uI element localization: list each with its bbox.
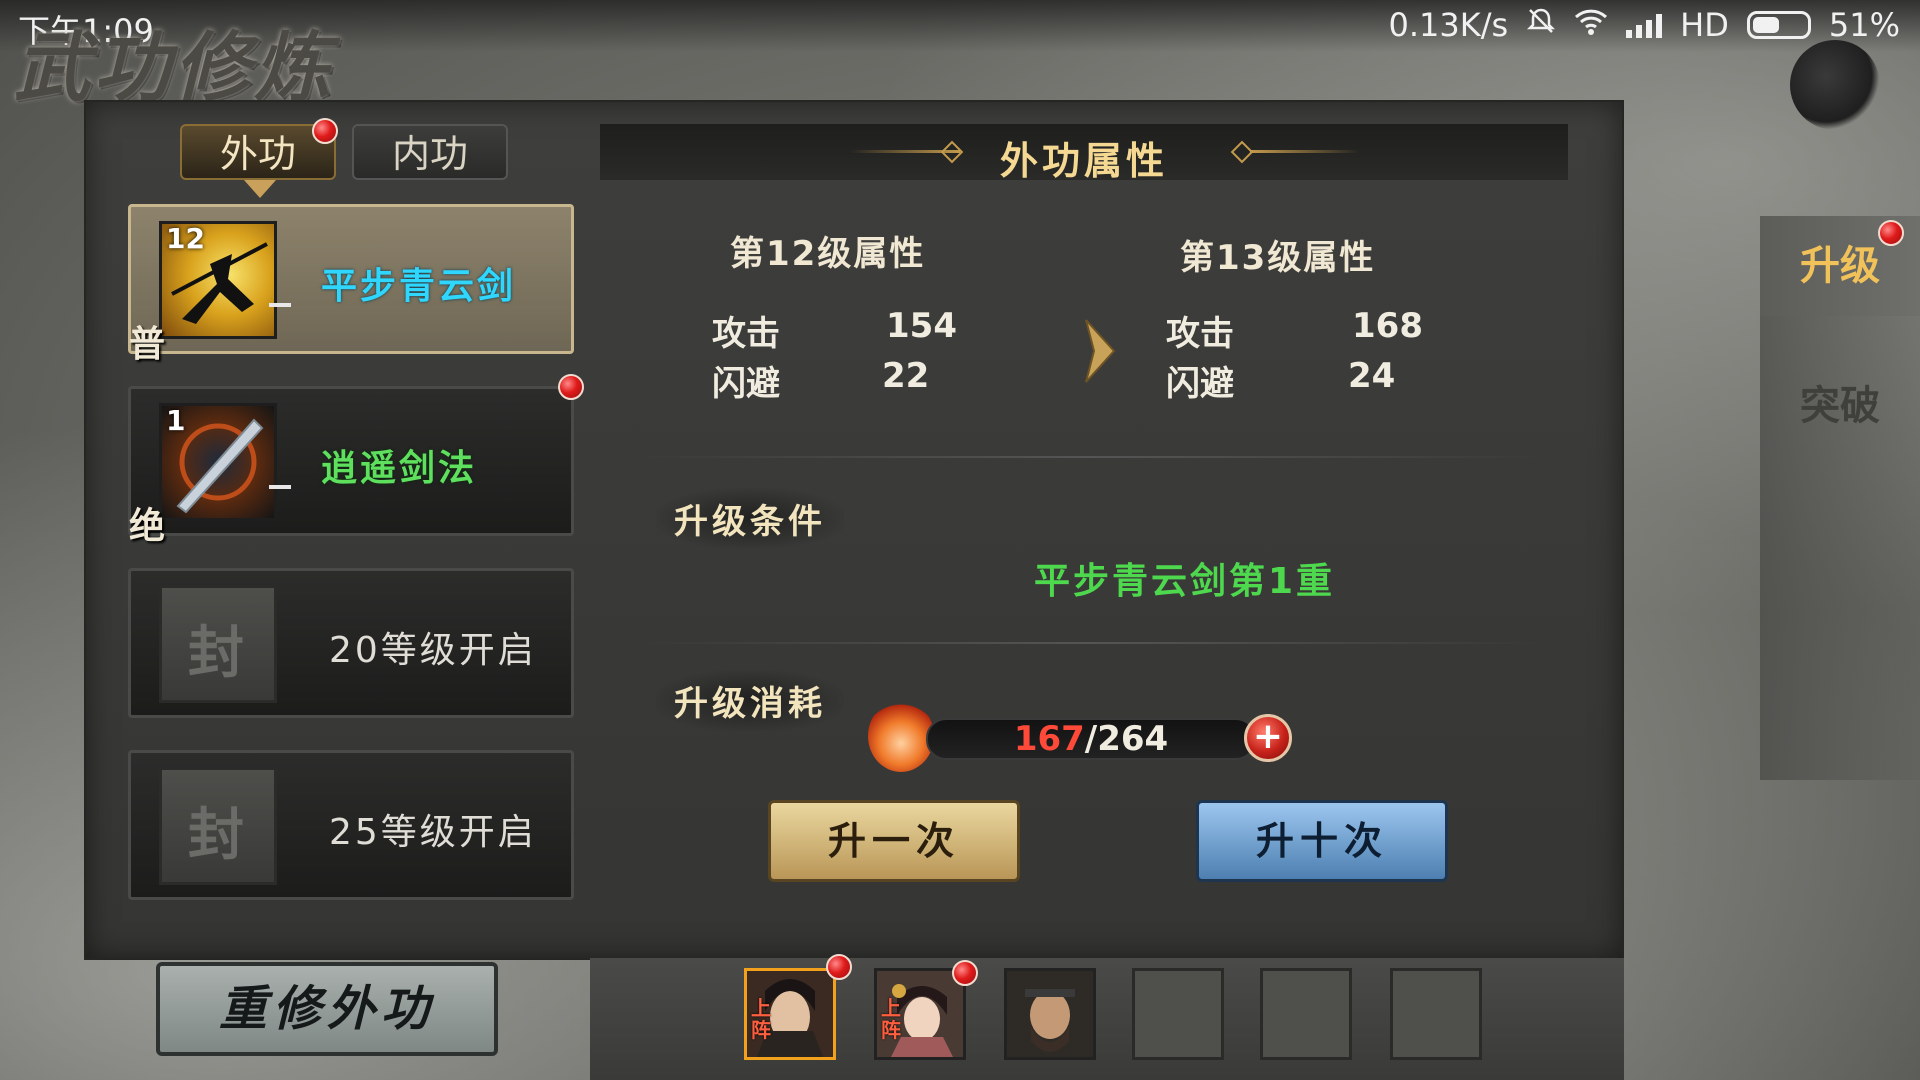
skill-unlock-text: 25等级开启 <box>329 812 537 853</box>
add-resource-button[interactable]: + <box>1244 714 1292 762</box>
wifi-icon <box>1574 6 1608 44</box>
team-slot-1[interactable]: 上阵 <box>744 968 836 1060</box>
team-slot-2-badge <box>952 960 978 986</box>
battery-icon <box>1746 11 1811 39</box>
upgrade-condition-label: 升级条件 <box>656 488 844 549</box>
side-tab-upgrade-badge <box>1878 220 1904 246</box>
team-slot-3[interactable] <box>1004 968 1096 1060</box>
cost-total: /264 <box>1084 719 1169 759</box>
next-attack-label: 攻击 <box>1166 314 1234 354</box>
battery-percent: 51% <box>1828 6 1900 44</box>
next-level-heading: 第13级属性 <box>1180 238 1376 278</box>
upgrade-ten-button[interactable]: 升十次 <box>1196 800 1448 882</box>
current-level-heading: 第12级属性 <box>730 234 926 274</box>
skill-tier-mark <box>269 303 291 307</box>
skill-grade: 绝 <box>129 505 166 547</box>
signal-icon <box>1626 12 1663 38</box>
skill-name: 逍遥剑法 <box>321 448 478 489</box>
skill-xiaoyao-badge <box>558 374 584 400</box>
lock-char: 封 <box>188 802 244 868</box>
status-right: 0.13K/s HD 51% <box>1388 6 1900 44</box>
rebuild-waigong-button[interactable]: 重修外功 <box>156 962 498 1056</box>
next-attack-value: 168 <box>1352 306 1423 346</box>
skill-card-locked-25[interactable]: 封 25等级开启 <box>128 750 574 900</box>
team-slot-1-badge <box>826 954 852 980</box>
ink-emblem-icon <box>1790 40 1880 130</box>
team-slot-2[interactable]: 上阵 <box>874 968 966 1060</box>
current-dodge-value: 22 <box>882 356 930 396</box>
ornament-diamond-icon <box>940 140 964 164</box>
skill-level: 12 <box>166 222 205 255</box>
skill-card-xiaoyao[interactable]: 1 绝 逍遥剑法 <box>128 386 574 547</box>
next-dodge-label: 闪避 <box>1166 364 1234 404</box>
divider <box>640 456 1540 458</box>
panel-title: 外功属性 <box>999 139 1168 183</box>
elder-portrait-icon <box>1007 971 1093 1057</box>
skill-grade: 普 <box>129 323 166 365</box>
skill-card-pingbu[interactable]: 12 普 平步青云剑 <box>128 204 574 365</box>
cost-current: 167 <box>1013 719 1085 759</box>
seal-lock-icon: 封 <box>159 585 277 703</box>
mute-icon <box>1526 6 1556 44</box>
skill-tier-mark <box>269 485 291 489</box>
onstage-label: 上阵 <box>881 996 901 1042</box>
upgrade-once-button[interactable]: 升一次 <box>768 800 1020 882</box>
next-dodge-value: 24 <box>1348 356 1396 396</box>
sword-dancer-icon: 12 <box>159 221 277 339</box>
current-dodge-label: 闪避 <box>712 364 780 404</box>
ornament-line <box>1250 150 1360 153</box>
current-attack-value: 154 <box>886 306 957 346</box>
current-attack-label: 攻击 <box>712 314 780 354</box>
upgrade-cost-label: 升级消耗 <box>656 670 844 731</box>
chevron-right-icon <box>1085 319 1116 383</box>
lock-char: 封 <box>188 620 244 686</box>
team-slot-6[interactable] <box>1390 968 1482 1060</box>
team-slot-5[interactable] <box>1260 968 1352 1060</box>
tab-neigong[interactable]: 内功 <box>352 124 508 180</box>
team-slot-4[interactable] <box>1132 968 1224 1060</box>
divider <box>640 642 1540 644</box>
network-type: HD <box>1680 6 1729 44</box>
side-tab-breakthrough[interactable]: 突破 <box>1760 356 1920 456</box>
skill-unlock-text: 20等级开启 <box>329 630 537 671</box>
cost-bar: 167/264 <box>926 718 1256 760</box>
seal-lock-icon: 封 <box>159 767 277 885</box>
upgrade-condition-text: 平步青云剑第1重 <box>1034 561 1336 602</box>
fire-warrior-icon <box>868 700 934 772</box>
sword-icon: 1 <box>159 403 277 521</box>
tab-waigong-badge <box>312 118 338 144</box>
network-speed: 0.13K/s <box>1388 6 1509 44</box>
panel-header: 外功属性 <box>600 124 1568 183</box>
skill-card-locked-20[interactable]: 封 20等级开启 <box>128 568 574 718</box>
skill-level: 1 <box>166 404 186 437</box>
skill-name: 平步青云剑 <box>321 266 517 307</box>
onstage-label: 上阵 <box>751 996 771 1042</box>
